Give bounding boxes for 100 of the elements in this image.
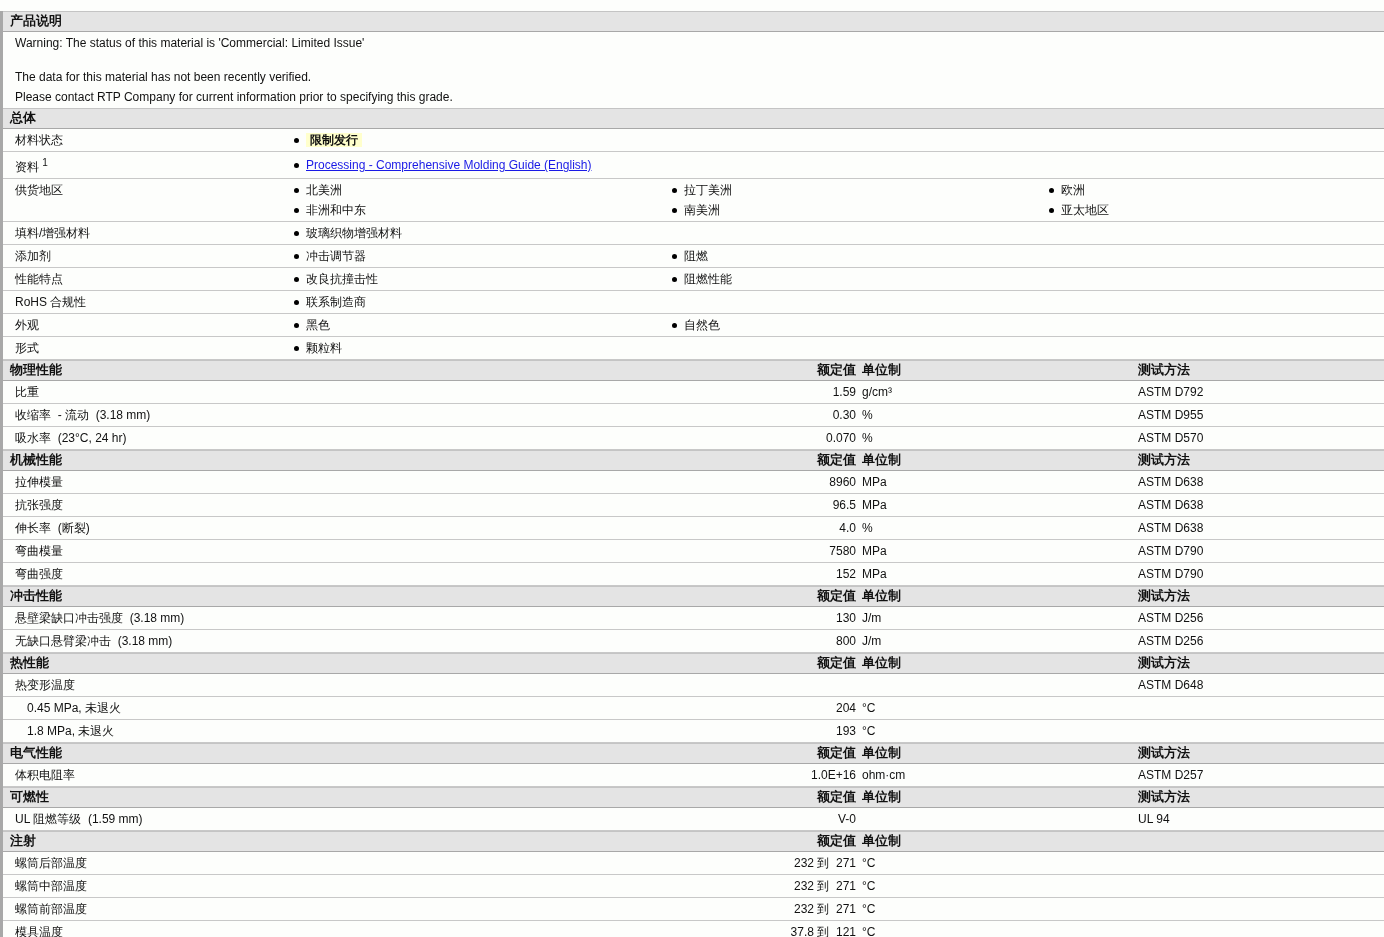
bullet-icon — [672, 322, 677, 328]
section-header: 机械性能 额定值 单位制 测试方法 — [3, 450, 1384, 471]
property-name: 外观 — [14, 318, 40, 332]
test-method: ASTM D792 — [1138, 385, 1205, 399]
test-method: ASTM D638 — [1138, 498, 1205, 512]
section-header: 物理性能 额定值 单位制 测试方法 — [3, 360, 1384, 381]
bullet-icon — [294, 322, 299, 328]
property-name: 无缺口悬臂梁冲击 (3.18 mm) — [14, 634, 174, 648]
property-name: 热变形温度 — [14, 678, 76, 692]
property-name: 螺筒中部温度 — [14, 879, 88, 893]
property-unit: MPa — [861, 475, 888, 489]
list-item-text: 黑色 — [306, 318, 330, 332]
property-unit: J/m — [861, 634, 883, 648]
bullet-icon — [672, 253, 677, 259]
list-item-text: 非洲和中东 — [306, 203, 366, 217]
property-value: 0.30 — [831, 408, 856, 422]
property-value: 152 — [834, 567, 856, 581]
bullet-icon — [294, 230, 299, 236]
property-unit: % — [861, 521, 874, 535]
list-item-text: 亚太地区 — [1061, 203, 1109, 217]
property-name: UL 阻燃等级 (1.59 mm) — [14, 812, 144, 826]
property-name: 填料/增强材料 — [14, 226, 92, 240]
property-unit: ohm·cm — [861, 768, 907, 782]
property-unit: J/m — [861, 611, 883, 625]
property-name: 弯曲强度 — [14, 567, 64, 581]
property-name: 抗张强度 — [14, 498, 64, 512]
property-value: 1.59 — [831, 385, 856, 399]
section-header: 注射 额定值 单位制 — [3, 831, 1384, 852]
bullet-icon — [672, 207, 677, 213]
section-header: 产品说明 — [3, 11, 1384, 32]
bullet-icon — [294, 137, 299, 143]
list-item-text: 北美洲 — [306, 183, 342, 197]
section-header: 总体 — [3, 108, 1384, 129]
property-unit: °C — [861, 925, 877, 937]
property-value: 232 到 271 — [792, 854, 856, 872]
list-item-text: 冲击调节器 — [306, 249, 366, 263]
bullet-icon — [294, 345, 299, 351]
property-value: 7580 — [828, 544, 856, 558]
bullet-icon — [1049, 207, 1054, 213]
property-unit: °C — [861, 724, 877, 738]
property-unit: % — [861, 408, 874, 422]
property-value: 0.070 — [824, 431, 856, 445]
test-method: ASTM D257 — [1138, 768, 1205, 782]
property-name: 吸水率 (23°C, 24 hr) — [14, 431, 128, 445]
test-method: ASTM D570 — [1138, 431, 1205, 445]
status-badge: 限制发行 — [306, 133, 362, 147]
property-unit: °C — [861, 902, 877, 916]
test-method: ASTM D790 — [1138, 544, 1205, 558]
property-name: 拉伸模量 — [14, 475, 64, 489]
test-method: ASTM D256 — [1138, 611, 1205, 625]
list-item-text: 改良抗撞击性 — [306, 272, 378, 286]
property-value: 130 — [834, 611, 856, 625]
property-name: 螺筒后部温度 — [14, 856, 88, 870]
property-name: 比重 — [14, 385, 40, 399]
property-value: V-0 — [837, 812, 856, 826]
test-method: UL 94 — [1138, 812, 1171, 826]
test-method: ASTM D638 — [1138, 475, 1205, 489]
property-value: 800 — [834, 634, 856, 648]
property-unit: °C — [861, 879, 877, 893]
section-header: 电气性能 额定值 单位制 测试方法 — [3, 743, 1384, 764]
property-name: 体积电阻率 — [14, 768, 76, 782]
bullet-icon — [672, 187, 677, 193]
document-link[interactable]: Processing - Comprehensive Molding Guide (English) — [306, 158, 592, 172]
list-item-text: 阻燃性能 — [684, 272, 732, 286]
property-unit: MPa — [861, 544, 888, 558]
property-value: 96.5 — [831, 498, 856, 512]
bullet-icon — [294, 299, 299, 305]
description-text: Please contact RTP Company for current information prior to specifying this grade. — [15, 90, 454, 104]
property-value: 193 — [834, 724, 856, 738]
test-method: ASTM D955 — [1138, 408, 1205, 422]
list-item-text: 颗粒料 — [306, 341, 342, 355]
property-value: 37.8 到 121 — [789, 923, 856, 937]
property-name: RoHS 合规性 — [14, 295, 88, 309]
description-text: The data for this material has not been recently verified. — [15, 70, 313, 84]
bullet-icon — [294, 187, 299, 193]
property-value: 232 到 271 — [792, 900, 856, 918]
description-text: Warning: The status of this material is 'Commercial: Limited Issue' — [15, 36, 366, 50]
property-unit: MPa — [861, 567, 888, 581]
list-item-text: 欧洲 — [1061, 183, 1085, 197]
property-unit: MPa — [861, 498, 888, 512]
test-method: ASTM D790 — [1138, 567, 1205, 581]
section-header: 热性能 额定值 单位制 测试方法 — [3, 653, 1384, 674]
property-name: 收缩率 - 流动 (3.18 mm) — [14, 408, 152, 422]
property-name: 伸长率 (断裂) — [14, 521, 91, 535]
property-name: 资料 $^{1}$ — [14, 156, 49, 174]
property-name: 螺筒前部温度 — [14, 902, 88, 916]
bullet-icon — [294, 253, 299, 259]
list-item-text: 阻燃 — [684, 249, 708, 263]
section-header: 可燃性 额定值 单位制 测试方法 — [3, 787, 1384, 808]
property-unit: °C — [861, 856, 877, 870]
property-value: 232 到 271 — [792, 877, 856, 895]
list-item-text: 玻璃织物增强材料 — [306, 226, 402, 240]
property-name: 形式 — [14, 341, 40, 355]
list-item-text: 拉丁美洲 — [684, 183, 732, 197]
bullet-icon — [294, 162, 299, 168]
property-value: 204 — [834, 701, 856, 715]
list-item-text: 联系制造商 — [306, 295, 366, 309]
test-method: ASTM D648 — [1138, 678, 1205, 692]
property-name: 悬壁梁缺口冲击强度 (3.18 mm) — [14, 611, 186, 625]
property-value: 4.0 — [838, 521, 856, 535]
